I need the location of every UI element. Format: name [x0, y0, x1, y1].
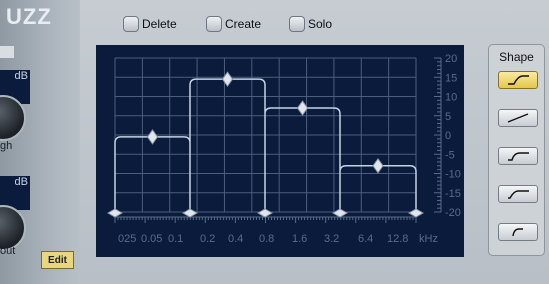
frequency-tick-label: 6.4 — [358, 233, 373, 245]
solo-label: Solo — [308, 17, 333, 31]
shape-button[interactable] — [498, 223, 538, 241]
solo-button[interactable]: Solo — [289, 16, 332, 32]
band-handle[interactable] — [146, 129, 159, 145]
band-graph[interactable]: 20 15 10 5 0 -5 -10 -15 -20 025 0.05 0.1 0.2 0.4 0.8 1.… — [96, 45, 464, 257]
high-knob-label: gh — [0, 140, 13, 152]
frequency-tick-label: 0.1 — [168, 233, 183, 245]
shape-vertical-curve-icon — [512, 228, 523, 237]
shape-gentle-slope-icon — [507, 113, 529, 123]
side-panel: UZZ dB gh dB out Edit — [0, 0, 80, 284]
band-handle[interactable] — [296, 100, 309, 116]
crossover-handle[interactable] — [407, 208, 425, 218]
db-tick-label: -15 — [445, 188, 461, 200]
frequency-tick-label: 0.4 — [228, 233, 243, 245]
create-button[interactable]: Create — [206, 16, 261, 32]
main-panel: Delete Create Solo 20 15 10 5 0 -5 -10 -15 -20 02… — [80, 0, 549, 284]
frequency-tick-label: 1.6 — [292, 233, 307, 245]
frequency-tick-label: 3.2 — [324, 233, 339, 245]
shape-button[interactable] — [498, 109, 538, 127]
shape-soft-curve-icon — [508, 152, 529, 161]
solo-checkbox[interactable] — [289, 16, 305, 32]
db-tick-label: -5 — [445, 149, 455, 161]
db-tick-label: -10 — [445, 169, 461, 181]
delete-button[interactable]: Delete — [123, 16, 177, 32]
frequency-tick-label: 0.2 — [200, 233, 215, 245]
db-tick-label: 0 — [445, 130, 451, 142]
crossover-handle[interactable] — [106, 208, 124, 218]
delete-label: Delete — [142, 17, 177, 31]
shape-title: Shape — [499, 50, 534, 64]
shape-medium-curve-icon — [508, 190, 529, 199]
crossover-handle[interactable] — [181, 208, 199, 218]
frequency-tick-label: kHz — [419, 233, 438, 245]
shape-button[interactable] — [498, 185, 538, 203]
db-tick-label: 15 — [445, 72, 457, 84]
band-handle[interactable] — [372, 157, 384, 174]
db-tick-label: -20 — [445, 207, 461, 219]
crossover-handle[interactable] — [331, 208, 349, 218]
output-knob-label: out — [0, 245, 16, 257]
shape-steep-curve-icon — [508, 75, 529, 85]
frequency-tick-label: 0.05 — [141, 233, 162, 245]
frequency-tick-label: 12.8 — [387, 233, 408, 245]
db-tick-label: 20 — [445, 53, 457, 65]
shape-button[interactable] — [498, 147, 538, 165]
graph-canvas[interactable]: 20 15 10 5 0 -5 -10 -15 -20 025 0.05 0.1 0.2 0.4 0.8 1.… — [96, 45, 464, 257]
db-tick-label: 10 — [445, 92, 457, 104]
shape-panel: Shape — [488, 44, 545, 256]
db-tick-label: 5 — [445, 111, 451, 123]
frequency-tick-label: 025 — [118, 233, 136, 245]
create-label: Create — [225, 17, 262, 31]
shape-button[interactable] — [498, 71, 538, 89]
plugin-title: UZZ — [6, 4, 52, 29]
create-checkbox[interactable] — [206, 16, 222, 32]
delete-checkbox[interactable] — [123, 16, 139, 32]
slider-handle[interactable] — [0, 46, 14, 58]
frequency-tick-label: 0.8 — [259, 233, 274, 245]
crossover-handle[interactable] — [256, 208, 274, 218]
edit-button[interactable]: Edit — [41, 251, 74, 269]
